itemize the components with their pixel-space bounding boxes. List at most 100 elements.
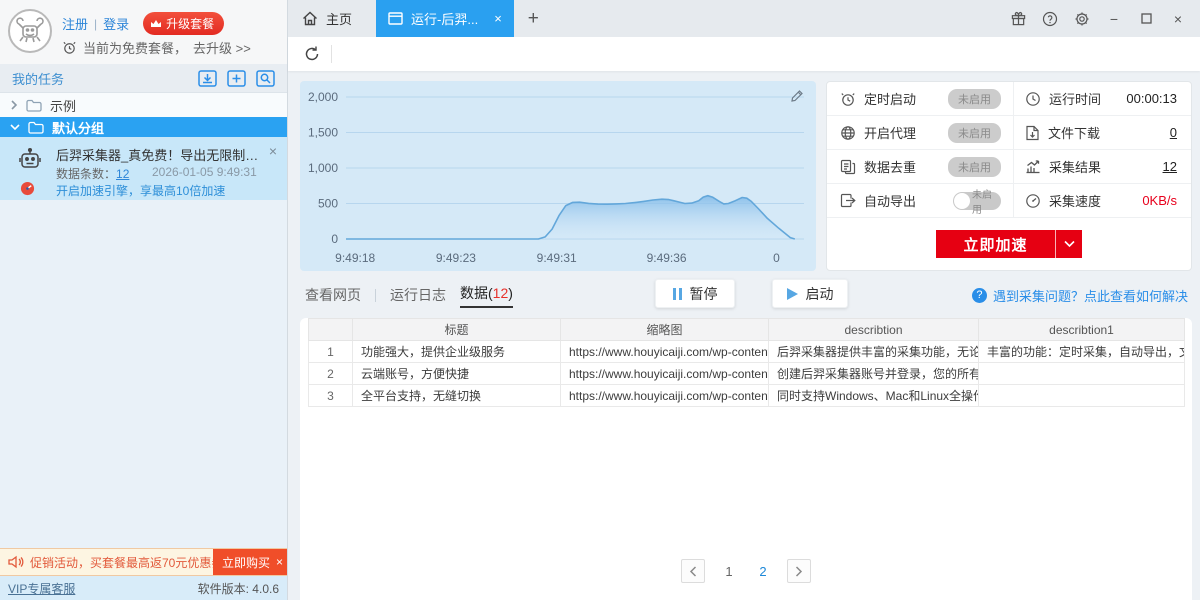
data-count-label: 数据条数： bbox=[56, 167, 116, 181]
file-download-value[interactable]: 0 bbox=[1170, 125, 1177, 140]
tab-bar: 主页 运行-后羿... × + − bbox=[288, 0, 1200, 37]
refresh-icon[interactable] bbox=[303, 45, 321, 63]
prev-page-button[interactable] bbox=[681, 559, 705, 583]
stat-row-collect-speed: 采集速度 0KB/s bbox=[1013, 184, 1191, 218]
row-index-cell[interactable]: 1 bbox=[309, 341, 353, 363]
description-cell[interactable]: 后羿采集器提供丰富的采集功能，无论是采... bbox=[769, 341, 979, 363]
task-list-item[interactable]: 后羿采集器_真免费！导出无限制网络爬虫... × 数据条数：12 2026-01… bbox=[0, 137, 287, 200]
data-count-link[interactable]: 12 bbox=[116, 167, 129, 181]
file-download-label: 文件下载 bbox=[1048, 123, 1100, 142]
description-cell[interactable]: 创建后羿采集器账号并登录，您的所有采集... bbox=[769, 363, 979, 385]
clock-icon bbox=[1025, 91, 1041, 107]
window-icon bbox=[388, 12, 403, 25]
login-separator: | bbox=[94, 17, 97, 31]
proxy-state-pill[interactable]: 未启用 bbox=[948, 123, 1001, 143]
close-task-icon[interactable]: × bbox=[269, 143, 277, 159]
auto-export-label: 自动导出 bbox=[864, 191, 916, 210]
folder-icon bbox=[28, 121, 44, 134]
collection-help-link[interactable]: ? 遇到采集问题？点此查看如何解决 bbox=[972, 286, 1188, 305]
page-2-button[interactable]: 2 bbox=[753, 564, 773, 579]
settings-gear-icon[interactable] bbox=[1074, 11, 1090, 27]
next-page-button[interactable] bbox=[787, 559, 811, 583]
register-link[interactable]: 注册 bbox=[62, 14, 88, 33]
table-row[interactable]: 2云端账号，方便快捷https://www.houyicaiji.com/wp-… bbox=[309, 363, 1185, 385]
stat-row-collect-results: 采集结果 12 bbox=[1013, 150, 1191, 184]
tab-data[interactable]: 数据(12) bbox=[460, 283, 513, 308]
header-description1: describtion1 bbox=[979, 319, 1185, 341]
close-window-icon[interactable]: × bbox=[1170, 11, 1186, 27]
new-tab-button[interactable]: + bbox=[514, 0, 553, 37]
pause-button[interactable]: 暂停 bbox=[655, 279, 735, 308]
export-icon bbox=[840, 193, 856, 209]
tab-running-task[interactable]: 运行-后羿... × bbox=[376, 0, 514, 37]
sidebar-item-default-group[interactable]: 默认分组 bbox=[0, 117, 287, 137]
accelerate-now-button[interactable]: 立即加速 bbox=[936, 230, 1082, 258]
title-cell[interactable]: 功能强大，提供企业级服务 bbox=[353, 341, 561, 363]
upgrade-plan-badge[interactable]: 升级套餐 bbox=[143, 12, 224, 35]
edit-pencil-icon[interactable] bbox=[790, 89, 804, 103]
run-time-label: 运行时间 bbox=[1049, 89, 1101, 108]
tab-run-log[interactable]: 运行日志 bbox=[390, 285, 446, 305]
description1-cell[interactable] bbox=[979, 363, 1185, 385]
table-row[interactable]: 3全平台支持，无缝切换https://www.houyicaiji.com/wp… bbox=[309, 385, 1185, 407]
setting-row-proxy[interactable]: 开启代理 未启用 bbox=[827, 116, 1013, 150]
sidebar-item-examples[interactable]: 示例 bbox=[0, 93, 287, 117]
close-promo-icon[interactable]: × bbox=[276, 555, 283, 569]
status-panel: 定时启动 未启用 运行时间 00:00:13 开启代理 未启用 bbox=[826, 81, 1192, 271]
stat-row-run-time: 运行时间 00:00:13 bbox=[1013, 82, 1191, 116]
svg-text:500: 500 bbox=[318, 197, 338, 211]
app-logo-crab-icon bbox=[8, 9, 52, 53]
sidebar: 注册 | 登录 升级套餐 当前为免费套餐，去升级 >> 我的任务 bbox=[0, 0, 288, 600]
setting-row-timed-start[interactable]: 定时启动 未启用 bbox=[827, 82, 1013, 116]
maximize-icon[interactable] bbox=[1138, 11, 1154, 27]
speedometer-icon bbox=[20, 181, 35, 196]
collect-results-value[interactable]: 12 bbox=[1163, 159, 1177, 174]
chevron-down-icon[interactable] bbox=[1055, 230, 1082, 258]
login-link[interactable]: 登录 bbox=[103, 14, 129, 33]
timed-start-state-pill[interactable]: 未启用 bbox=[948, 89, 1001, 109]
task-timestamp: 2026-01-05 9:49:31 bbox=[152, 165, 257, 179]
header-title: 标题 bbox=[353, 319, 561, 341]
area-chart: 05001,0001,5002,0009:49:189:49:239:49:31… bbox=[300, 81, 816, 271]
thumbnail-cell[interactable]: https://www.houyicaiji.com/wp-content/th… bbox=[561, 363, 769, 385]
enable-acceleration-link[interactable]: 开启加速引擎，享最高10倍加速 bbox=[56, 182, 225, 199]
title-cell[interactable]: 全平台支持，无缝切换 bbox=[353, 385, 561, 407]
vip-support-link[interactable]: VIP专属客服 bbox=[8, 580, 75, 597]
tree-label: 示例 bbox=[50, 96, 76, 115]
plan-upgrade-link[interactable]: 去升级 >> bbox=[193, 38, 251, 57]
search-task-icon[interactable] bbox=[255, 69, 275, 87]
tab-home[interactable]: 主页 bbox=[288, 0, 376, 37]
header-thumbnail: 缩略图 bbox=[561, 319, 769, 341]
setting-row-auto-export[interactable]: 自动导出 未启用 bbox=[827, 184, 1013, 218]
home-icon bbox=[302, 11, 318, 26]
tab-view-page[interactable]: 查看网页 bbox=[305, 285, 361, 305]
collect-speed-label: 采集速度 bbox=[1049, 191, 1101, 210]
import-task-icon[interactable] bbox=[197, 69, 217, 87]
description-cell[interactable]: 同时支持Windows、Mac和Linux全操作系统... bbox=[769, 385, 979, 407]
thumbnail-cell[interactable]: https://www.houyicaiji.com/wp-content/th… bbox=[561, 385, 769, 407]
data-table: 标题 缩略图 describtion describtion1 1功能强大，提供… bbox=[308, 318, 1185, 407]
svg-text:9:49:18: 9:49:18 bbox=[335, 251, 375, 265]
row-index-cell[interactable]: 2 bbox=[309, 363, 353, 385]
table-row[interactable]: 1功能强大，提供企业级服务https://www.houyicaiji.com/… bbox=[309, 341, 1185, 363]
minimize-icon[interactable]: − bbox=[1106, 11, 1122, 27]
gift-icon[interactable] bbox=[1010, 11, 1026, 27]
page-1-button[interactable]: 1 bbox=[719, 564, 739, 579]
thumbnail-cell[interactable]: https://www.houyicaiji.com/wp-content/th… bbox=[561, 341, 769, 363]
start-button[interactable]: 启动 bbox=[772, 279, 848, 308]
file-download-icon bbox=[1025, 125, 1040, 141]
auto-export-toggle[interactable]: 未启用 bbox=[953, 192, 1001, 210]
description1-cell[interactable] bbox=[979, 385, 1185, 407]
row-index-cell[interactable]: 3 bbox=[309, 385, 353, 407]
add-task-icon[interactable] bbox=[226, 69, 246, 87]
help-icon[interactable] bbox=[1042, 11, 1058, 27]
timed-start-label: 定时启动 bbox=[864, 89, 916, 108]
dedup-label: 数据去重 bbox=[864, 157, 916, 176]
dedup-state-pill[interactable]: 未启用 bbox=[948, 157, 1001, 177]
close-tab-icon[interactable]: × bbox=[494, 11, 502, 26]
description1-cell[interactable]: 丰富的功能：定时采集，自动导出，文件下... bbox=[979, 341, 1185, 363]
title-cell[interactable]: 云端账号，方便快捷 bbox=[353, 363, 561, 385]
chart-growth-icon bbox=[1025, 159, 1041, 174]
tab-running-label: 运行-后羿... bbox=[411, 9, 478, 28]
setting-row-dedup[interactable]: 数据去重 未启用 bbox=[827, 150, 1013, 184]
